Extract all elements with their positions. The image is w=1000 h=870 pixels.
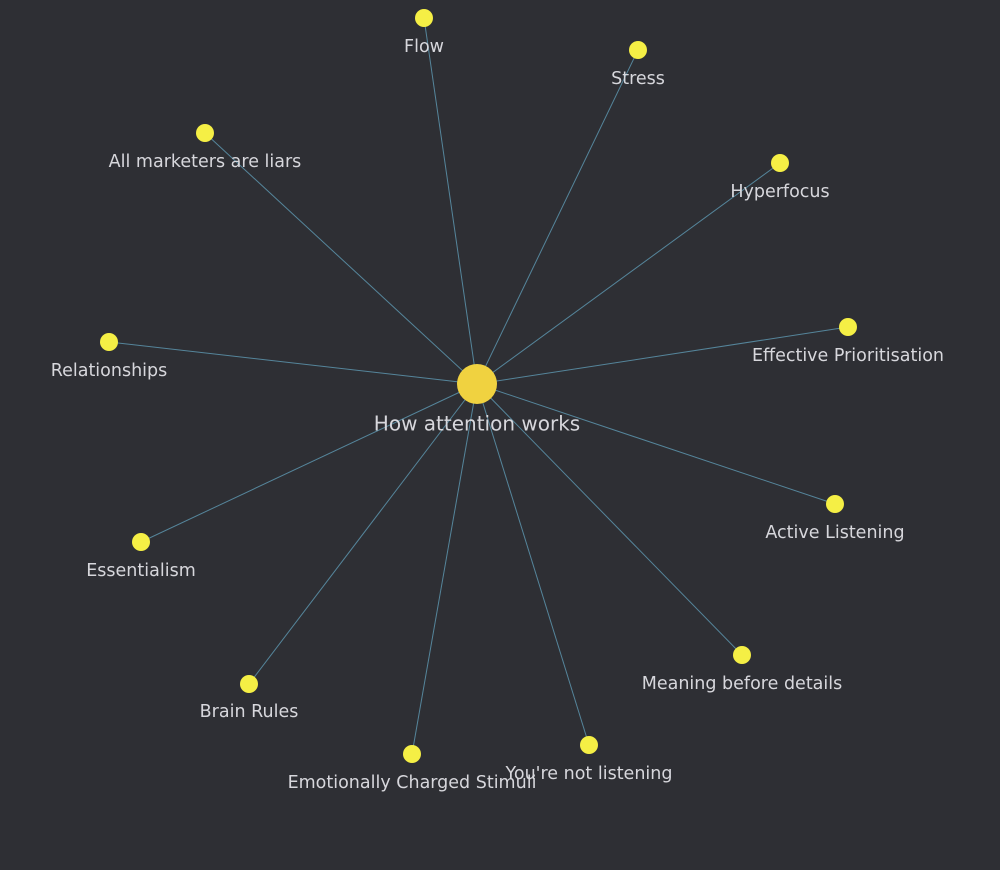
node-flow[interactable]: Flow — [404, 9, 444, 57]
node-dot[interactable] — [403, 745, 421, 763]
node-label: Active Listening — [765, 523, 904, 543]
node-essentialism[interactable]: Essentialism — [86, 533, 196, 581]
node-dot[interactable] — [100, 333, 118, 351]
edge-essentialism — [140, 383, 478, 543]
node-dot[interactable] — [826, 495, 844, 513]
node-dot[interactable] — [629, 41, 647, 59]
edge-youre-not-listening — [476, 383, 590, 746]
node-dot[interactable] — [457, 364, 497, 404]
node-youre-not-listening[interactable]: You're not listening — [505, 736, 673, 784]
node-effective-prioritisation[interactable]: Effective Prioritisation — [752, 318, 944, 366]
node-dot[interactable] — [580, 736, 598, 754]
graph-view[interactable]: Flow Stress All marketers are liars Hyperfo… — [0, 0, 1000, 870]
node-active-listening[interactable]: Active Listening — [765, 495, 905, 543]
node-label: Meaning before details — [642, 674, 843, 694]
node-dot[interactable] — [196, 124, 214, 142]
node-label: Effective Prioritisation — [752, 346, 944, 366]
node-dot[interactable] — [771, 154, 789, 172]
node-label: Hyperfocus — [730, 182, 829, 202]
node-hyperfocus[interactable]: Hyperfocus — [730, 154, 830, 202]
node-label: Essentialism — [86, 561, 196, 581]
node-dot[interactable] — [839, 318, 857, 336]
edge-flow — [423, 17, 478, 385]
node-relationships[interactable]: Relationships — [51, 333, 168, 381]
edge-emotionally-charged-stimuli — [411, 383, 478, 755]
node-label: You're not listening — [505, 764, 673, 784]
edge-active-listening — [476, 383, 836, 505]
node-emotionally-charged-stimuli[interactable]: Emotionally Charged Stimuli — [288, 745, 537, 793]
node-label: Emotionally Charged Stimuli — [288, 773, 537, 793]
node-dot[interactable] — [733, 646, 751, 664]
node-label: Brain Rules — [200, 702, 299, 722]
graph-nodes: Flow Stress All marketers are liars Hyperfo… — [51, 9, 944, 793]
node-label: Stress — [611, 69, 665, 89]
node-label: How attention works — [374, 412, 580, 436]
node-dot[interactable] — [415, 9, 433, 27]
edge-stress — [476, 49, 639, 385]
node-all-marketers-are-liars[interactable]: All marketers are liars — [109, 124, 302, 172]
node-meaning-before-details[interactable]: Meaning before details — [642, 646, 843, 694]
node-label: Relationships — [51, 361, 168, 381]
node-label: All marketers are liars — [109, 152, 302, 172]
node-brain-rules[interactable]: Brain Rules — [200, 675, 299, 722]
node-dot[interactable] — [132, 533, 150, 551]
node-dot[interactable] — [240, 675, 258, 693]
node-stress[interactable]: Stress — [611, 41, 665, 89]
node-label: Flow — [404, 37, 444, 57]
node-how-attention-works[interactable]: How attention works — [374, 364, 580, 436]
